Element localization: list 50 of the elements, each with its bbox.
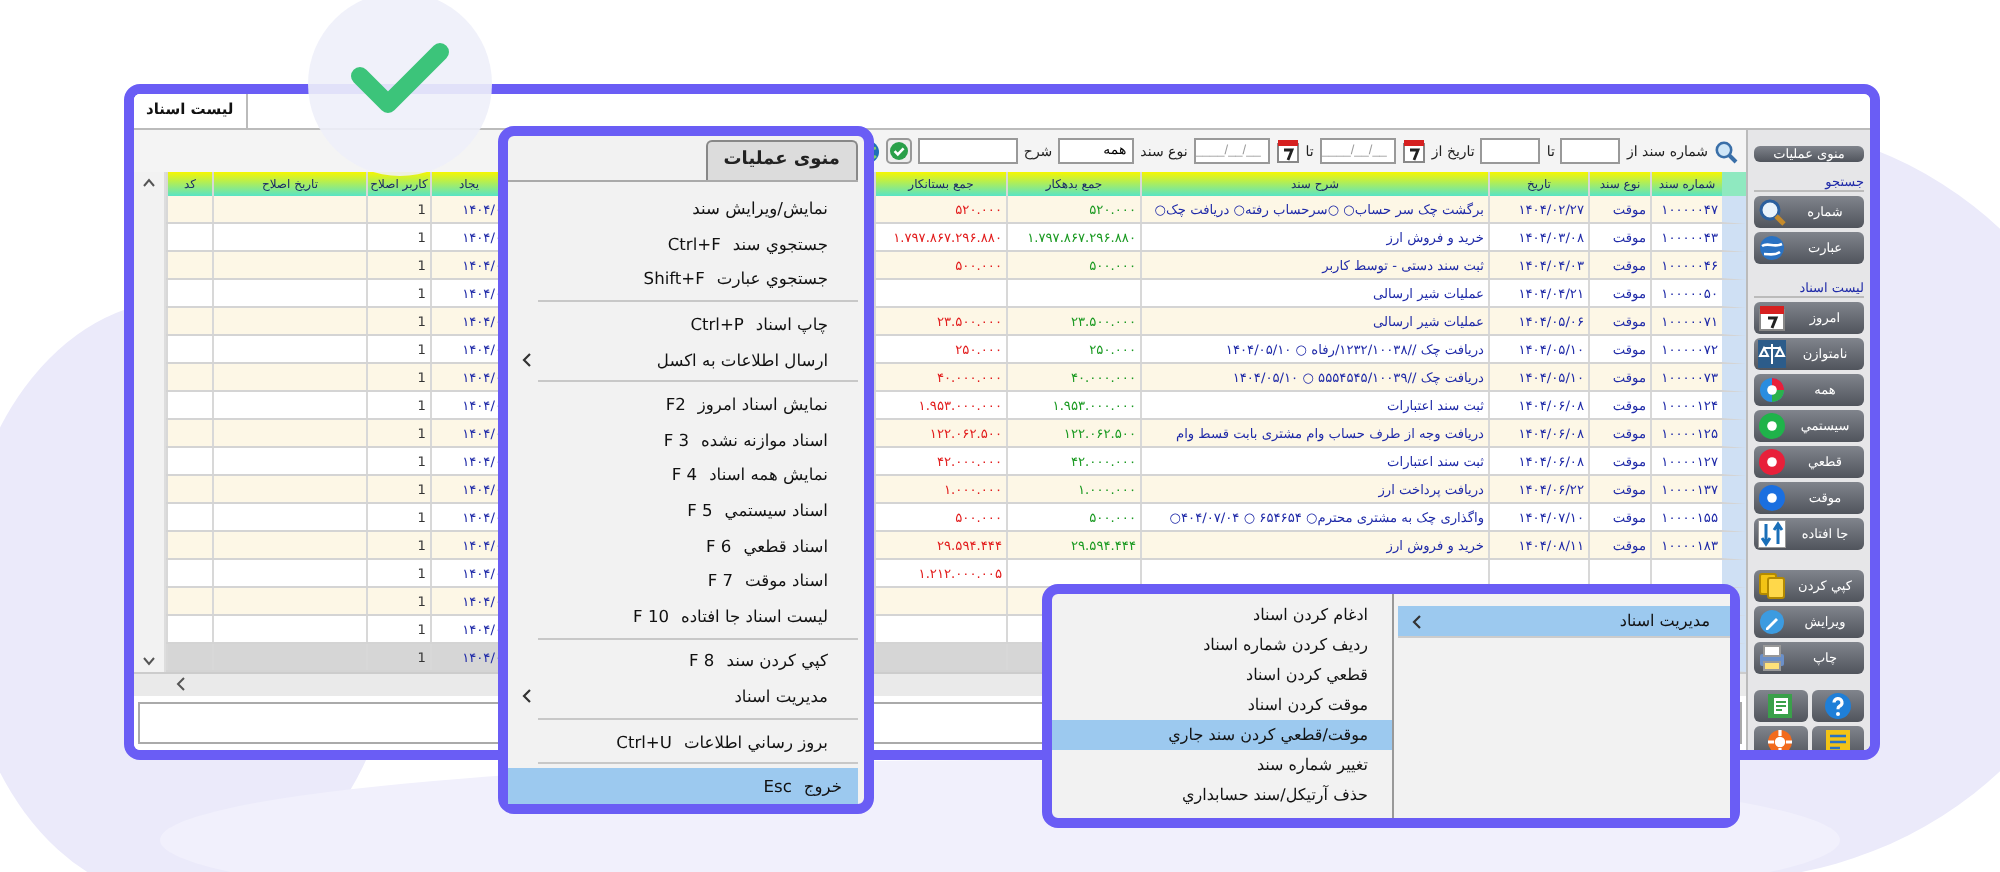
- shortcut-text: F 8: [689, 650, 715, 671]
- shortcut-text: Esc: [763, 776, 792, 797]
- edit-icon: [1758, 608, 1786, 636]
- menu-item[interactable]: تغيير شماره سند: [1052, 750, 1392, 780]
- calendar-icon[interactable]: [1401, 138, 1426, 165]
- menu-item[interactable]: رديف کردن شماره اسناد: [1052, 630, 1392, 660]
- tool-button[interactable]: [1811, 690, 1864, 722]
- calendar-icon[interactable]: [1275, 138, 1300, 165]
- search-icon[interactable]: [1714, 139, 1738, 164]
- tool-button[interactable]: [1754, 726, 1807, 750]
- arrows-icon: [1758, 520, 1786, 548]
- menu-item[interactable]: موقت/قطعي کردن سند جاري: [1052, 720, 1392, 750]
- menu-title[interactable]: منوی عملیات: [705, 140, 858, 181]
- scroll-left-icon[interactable]: [174, 676, 188, 693]
- lifebuoy-icon: [1766, 728, 1795, 750]
- shortcut-text: F 3: [663, 429, 690, 450]
- shortcut-text: F 7: [707, 570, 734, 591]
- shortcut-text: F2: [665, 394, 686, 415]
- vertical-scrollbar[interactable]: [134, 172, 166, 673]
- tool-button[interactable]: [1754, 690, 1807, 722]
- tool-button[interactable]: [1811, 726, 1864, 750]
- copy-icon: [1758, 572, 1786, 600]
- help-icon: [1823, 692, 1852, 720]
- input-field[interactable]: [917, 138, 1018, 165]
- input-field[interactable]: [1480, 138, 1541, 165]
- menu-item[interactable]: قطعي کردن اسناد: [1052, 660, 1392, 690]
- pie-chart-icon: [1758, 376, 1786, 404]
- document-icon: [1766, 692, 1795, 720]
- ok-icon[interactable]: [885, 138, 912, 165]
- calendar-icon: [1758, 304, 1786, 332]
- shortcut-text: F 6: [705, 535, 732, 556]
- menu-item[interactable]: موقت کردن اسناد: [1052, 690, 1392, 720]
- note-icon: [1823, 728, 1852, 750]
- shortcut-text: F 10: [633, 605, 670, 626]
- menu-item[interactable]: حذف آرتيکل/سند حسابداري: [1052, 780, 1392, 810]
- scroll-up-icon[interactable]: [142, 176, 156, 189]
- printer-icon: [1758, 644, 1786, 672]
- menu-item[interactable]: نمایش/ویرایش سند: [508, 190, 844, 227]
- shortcut-text: Ctrl+P: [690, 314, 744, 335]
- shortcut-text: Ctrl+U: [616, 731, 672, 752]
- globe-icon: [1758, 234, 1786, 262]
- shortcut-text: Ctrl+F: [667, 233, 721, 254]
- menu-item[interactable]: مديريت اسناد: [508, 678, 844, 714]
- shortcut-text: F 5: [687, 500, 713, 520]
- menu-item[interactable]: مديريت اسناد: [1398, 606, 1730, 638]
- scroll-down-icon[interactable]: [142, 656, 156, 669]
- scale-icon: [1758, 340, 1786, 368]
- input-field[interactable]: [1560, 138, 1621, 165]
- magnifier-icon: [1758, 198, 1786, 226]
- menu-item[interactable]: ادغام کردن اسناد: [1052, 600, 1392, 630]
